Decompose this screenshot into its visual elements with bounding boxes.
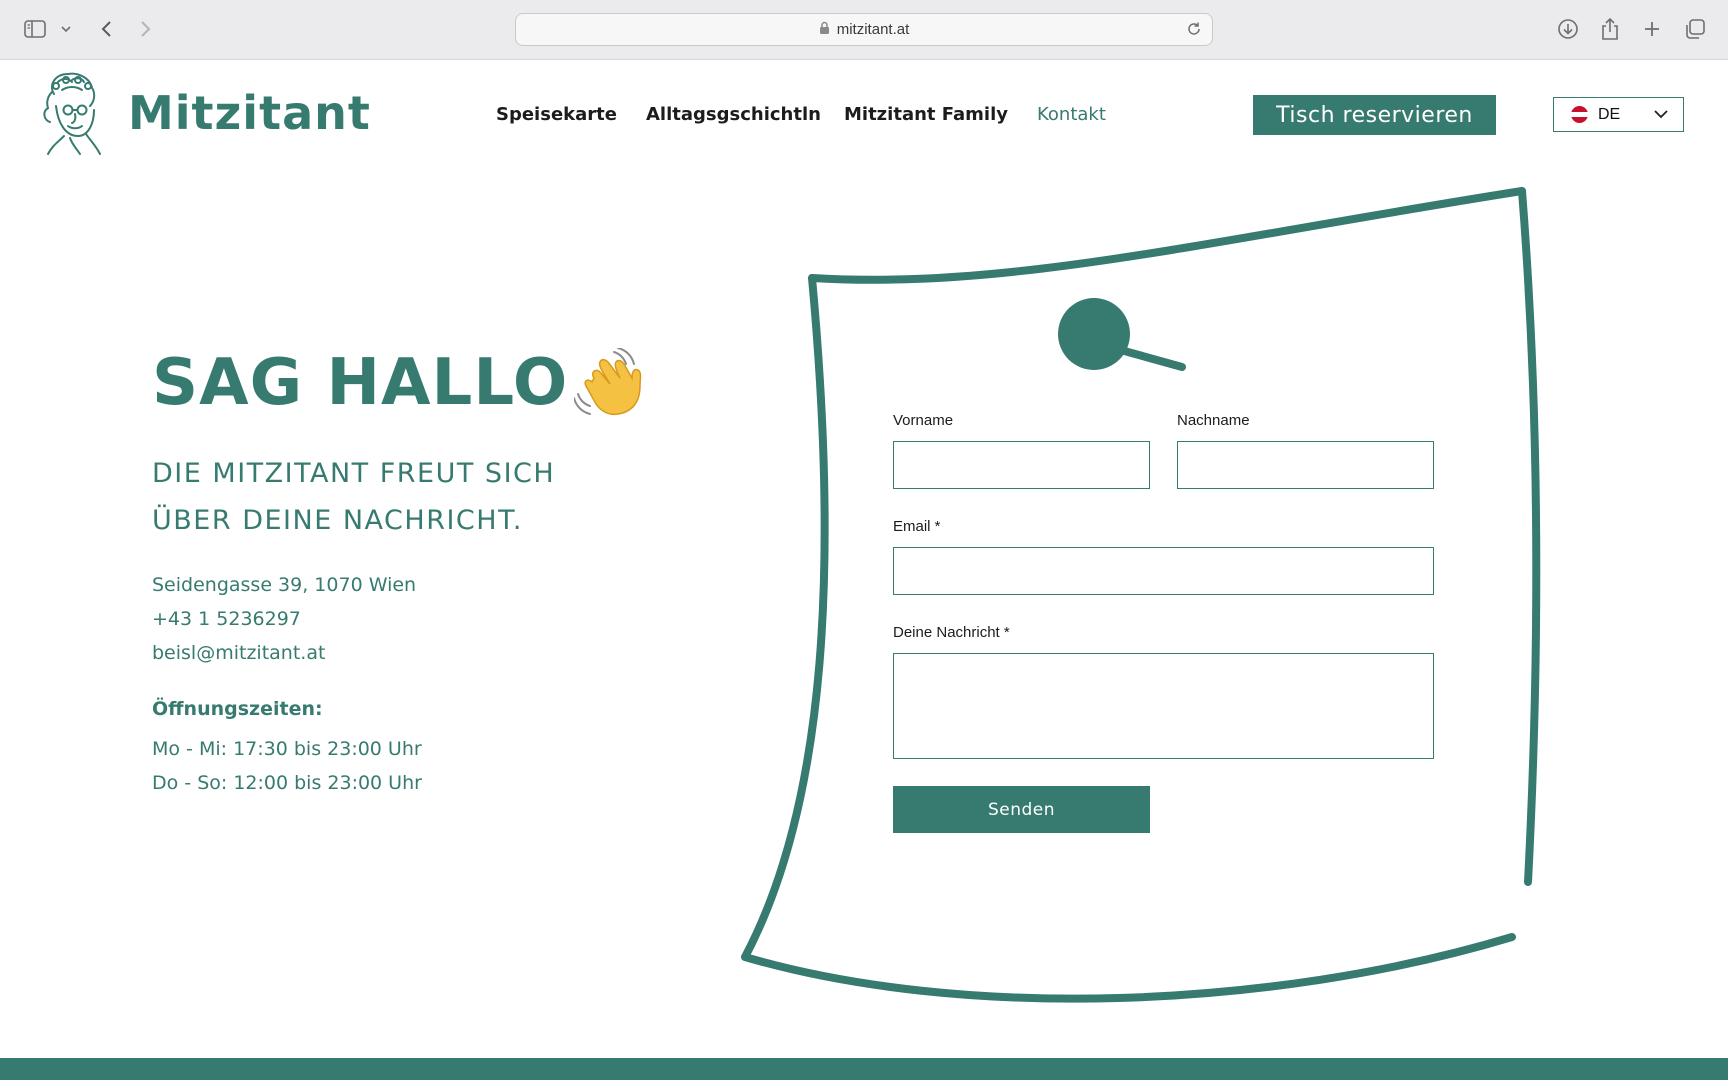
last-name-label: Nachname — [1177, 412, 1250, 429]
last-name-field[interactable] — [1177, 441, 1434, 489]
email-field[interactable] — [893, 547, 1434, 595]
paper-sketch-illustration — [741, 187, 1541, 1003]
send-button[interactable]: Senden — [893, 786, 1150, 833]
first-name-field[interactable] — [893, 441, 1150, 489]
footer-bar — [0, 1058, 1728, 1080]
first-name-label: Vorname — [893, 412, 954, 429]
message-field[interactable] — [893, 653, 1434, 759]
email-label: Email * — [893, 518, 941, 535]
message-label: Deine Nachricht * — [893, 624, 1010, 641]
